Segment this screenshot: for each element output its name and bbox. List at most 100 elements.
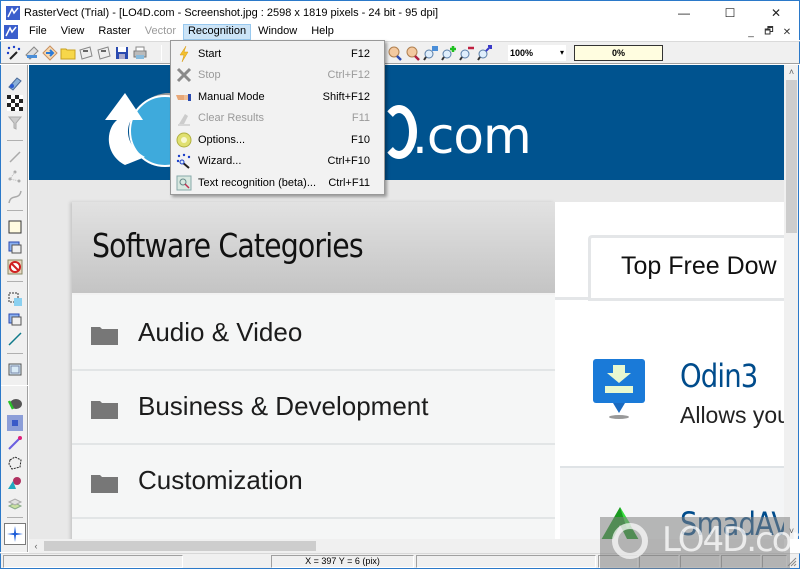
scroll-up-arrow-icon[interactable]: ˄ [784,65,799,80]
scan-icon[interactable] [24,45,40,61]
menu-item-clear-results[interactable]: Clear Results F11 [173,107,382,128]
menu-help[interactable]: Help [304,24,341,40]
menu-item-label: Text recognition (beta)... [198,176,317,189]
stack-icon[interactable] [7,495,23,511]
lightning-icon [179,45,189,62]
lasso-icon[interactable] [7,455,23,471]
save-icon[interactable] [114,45,130,61]
menu-raster[interactable]: Raster [91,24,137,40]
menu-item-shortcut: F12 [351,47,370,60]
funnel-icon[interactable] [7,115,23,131]
categories-header: Software Categories [72,202,555,295]
menu-item-manual-mode[interactable]: Manual Mode Shift+F12 [173,86,382,107]
print-icon[interactable] [132,45,148,61]
maximize-button[interactable]: ☐ [707,1,753,24]
category-row: Customization [72,445,555,519]
menu-file[interactable]: File [22,24,54,40]
magic-wand-icon [176,153,191,169]
menu-item-label: Stop [198,68,221,81]
menu-item-options[interactable]: Options... F10 [173,129,382,150]
menu-view[interactable]: View [54,24,92,40]
minimize-icon: — [678,5,690,20]
vertical-scroll-thumb[interactable] [786,80,797,233]
open-folder-icon[interactable] [60,45,76,61]
scroll-left-arrow-icon[interactable]: ‹ [29,539,43,553]
layers-icon[interactable] [7,239,23,255]
maximize-icon: ☐ [724,5,736,20]
pencil-eraser-icon[interactable] [7,75,23,91]
menu-item-shortcut: Shift+F12 [322,90,370,103]
line-icon[interactable] [7,149,23,165]
hand-erase-icon[interactable] [405,45,421,61]
tab-underline [555,297,591,300]
frame-icon[interactable] [7,362,23,378]
category-label: Customization [138,465,303,495]
text-scan-icon [176,175,192,190]
select-copy-icon[interactable] [7,311,23,327]
image-canvas[interactable]: .com Software Categories Audio & Video B… [29,65,784,539]
document-icon[interactable] [4,25,18,39]
tools-sidebar [0,65,28,552]
menu-recognition[interactable]: Recognition [182,24,252,40]
menu-item-label: Clear Results [198,111,265,124]
stop-x-icon [176,67,192,82]
chevron-down-icon: ▾ [559,48,564,57]
folder-icon [91,327,118,345]
main-toolbar: 100% ▾ 0% [0,41,800,64]
zoom-in-icon[interactable] [441,45,457,61]
top-downloads-panel: Top Free Dow Odin3 Allows you SmadAV [555,202,784,539]
no-entry-icon[interactable] [7,259,23,275]
app-logo-icon [6,5,20,20]
menu-item-stop[interactable]: Stop Ctrl+F12 [173,64,382,85]
checker-icon[interactable] [7,95,23,111]
zoom-level-value: 100% [510,48,534,58]
zoom-fit-icon[interactable] [477,45,493,61]
menu-item-start[interactable]: Start F12 [173,43,382,64]
mdi-minimize-button[interactable]: _ [743,25,759,39]
close-button[interactable]: ✕ [753,1,799,24]
zoom-out-icon[interactable] [459,45,475,61]
site-banner: .com [29,65,784,180]
arrow-line-icon[interactable] [7,435,23,451]
close-icon: ✕ [770,5,782,20]
menu-item-label: Wizard... [198,154,242,167]
horizontal-scroll-thumb[interactable] [44,541,316,551]
tool-separator [7,281,23,282]
menu-item-text-recognition[interactable]: Text recognition (beta)... Ctrl+F11 [173,172,382,193]
hand-pan-icon[interactable] [387,45,403,61]
wizard-icon[interactable] [6,45,22,61]
curve-icon[interactable] [7,189,23,205]
title-bar: RasterVect (Trial) - [LO4D.com - Screens… [0,0,800,24]
gear-icon [176,132,192,147]
menu-item-label: Start [198,47,222,60]
rectangle-icon[interactable] [7,219,23,235]
mdi-restore-button[interactable]: 🗗 [761,25,777,39]
page-icon[interactable] [78,45,94,61]
categories-title: Software Categories [92,226,364,265]
page-alt-icon[interactable] [96,45,112,61]
shapes-icon[interactable] [7,475,23,491]
nodes-icon[interactable] [7,169,23,185]
top-downloads-title: Top Free Dow [621,252,777,280]
mdi-close-button[interactable]: ✕ [779,25,795,39]
tool-separator [7,210,23,211]
categories-panel: Software Categories Audio & Video Busine… [72,202,555,539]
fill-bucket-icon[interactable] [7,395,23,411]
vertical-scrollbar[interactable]: ˄ ˅ [784,65,799,539]
menu-vector[interactable]: Vector [138,24,183,40]
import-icon[interactable] [42,45,58,61]
folder-icon [91,475,118,493]
menu-window[interactable]: Window [251,24,304,40]
zoom-window-icon[interactable] [423,45,439,61]
app-description: Allows you [680,402,784,428]
select-region-icon[interactable] [7,291,23,307]
crosshair-star-icon[interactable] [7,526,23,542]
menu-item-shortcut: Ctrl+F11 [328,176,370,189]
menu-item-label: Options... [198,133,246,146]
zoom-level-select[interactable]: 100% ▾ [508,45,566,61]
menu-item-wizard[interactable]: Wizard... Ctrl+F10 [173,150,382,171]
blur-square-icon[interactable] [7,415,23,431]
diagonal-line-icon[interactable] [7,331,23,347]
tool-separator [7,517,23,518]
minimize-button[interactable]: — [661,1,707,24]
